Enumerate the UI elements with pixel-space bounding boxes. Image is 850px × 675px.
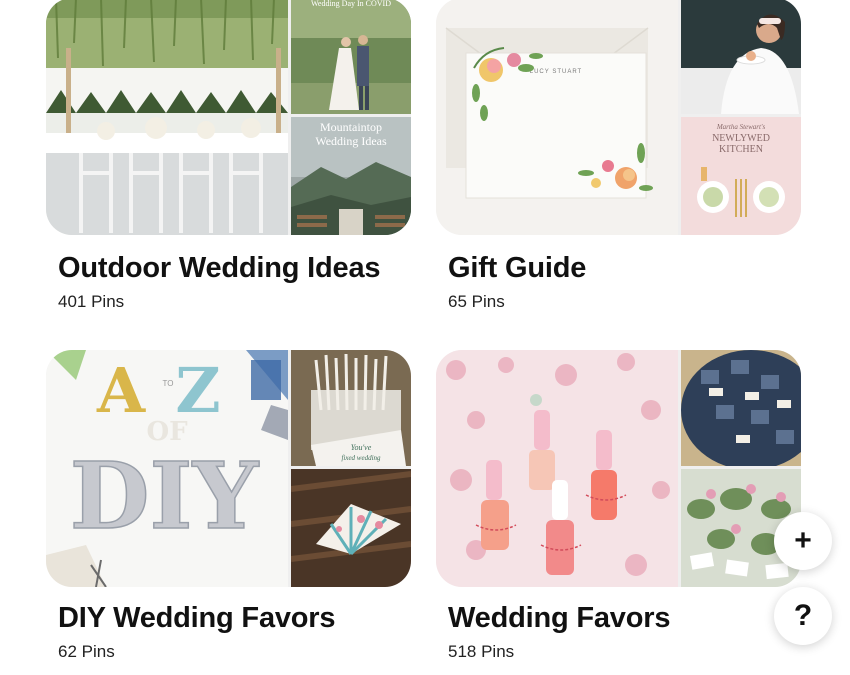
cover-image-paper-fans [291, 469, 411, 587]
board-pin-count: 65 Pins [448, 292, 505, 311]
cover-image-tent-reception [46, 0, 288, 235]
board-cover-collage[interactable] [436, 350, 801, 587]
book-title-line2: KITCHEN [719, 144, 763, 155]
cover-image-floral-stationery: LUCY STUART [436, 0, 678, 235]
letters-diy: DIY [70, 442, 260, 550]
cover-image-a-to-z-of-diy: A TO Z OF DIY [46, 350, 288, 587]
mountaintop-caption-line1: Mountaintop [320, 120, 382, 134]
board-title[interactable]: Outdoor Wedding Ideas [58, 252, 381, 285]
board-pin-count: 518 Pins [448, 642, 515, 661]
stationery-card-name: LUCY STUART [530, 69, 582, 75]
favor-tag-line2: fixed wedding [341, 454, 381, 462]
board-title[interactable]: Wedding Favors [448, 602, 670, 635]
book-author: Martha Stewart's [716, 123, 766, 131]
letter-a: A [96, 354, 146, 427]
help-button[interactable]: ? [774, 587, 832, 645]
cover-image-newlywed-kitchen-book: Martha Stewart's NEWLYWED KITCHEN [681, 117, 801, 235]
letter-to: TO [163, 379, 174, 388]
board-title[interactable]: Gift Guide [448, 252, 586, 285]
cover-image-breakfast-in-bed [681, 0, 801, 114]
cover-image-nail-polish-favors [436, 350, 678, 587]
question-mark-icon: ? [793, 599, 813, 632]
boards-page: Wedding Day In COVID Mountaintop Wedding… [0, 0, 850, 675]
mountaintop-caption-line2: Wedding Ideas [315, 134, 387, 148]
board-title[interactable]: DIY Wedding Favors [58, 602, 336, 635]
cover-image-favor-sticks: You've fixed wedding [291, 350, 411, 466]
board-cover-collage[interactable]: A TO Z OF DIY You've fixed wedding [46, 350, 411, 587]
cover-image-mountaintop-wedding: Mountaintop Wedding Ideas [291, 117, 411, 235]
book-title-line1: NEWLYWED [712, 133, 770, 144]
couple-photo-caption: Wedding Day In COVID [311, 0, 391, 8]
favor-tag-line1: You've [351, 443, 372, 452]
board-cover-collage[interactable]: Wedding Day In COVID Mountaintop Wedding… [46, 0, 411, 235]
plus-icon: + [794, 524, 812, 557]
cover-image-handkerchief-basket [681, 350, 801, 466]
board-pin-count: 401 Pins [58, 292, 125, 311]
board-cover-collage[interactable]: LUCY STUART Martha Stewart's NEWLYWED KI… [436, 0, 801, 235]
cover-image-couple-photo: Wedding Day In COVID [291, 0, 411, 114]
create-button[interactable]: + [774, 512, 832, 570]
board-pin-count: 62 Pins [58, 642, 115, 661]
